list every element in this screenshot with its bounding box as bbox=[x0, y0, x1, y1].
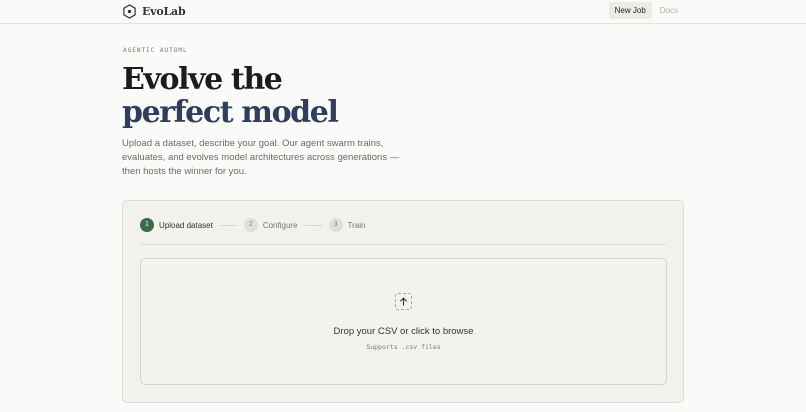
nav-links: New Job Docs bbox=[608, 2, 684, 19]
step-number: 2 bbox=[243, 218, 258, 232]
hero-eyebrow: AGENTIC AUTOML bbox=[123, 47, 188, 54]
upload-arrow-icon bbox=[395, 293, 412, 310]
brand[interactable]: EvoLab bbox=[122, 3, 186, 19]
brand-name: EvoLab bbox=[142, 4, 186, 18]
hero-title-line1: Evolve the bbox=[122, 62, 283, 97]
step-number: 1 bbox=[140, 218, 154, 232]
step-label: Configure bbox=[262, 220, 298, 230]
dropzone-subtitle: Supports .csv files bbox=[366, 343, 441, 351]
step-label: Upload dataset bbox=[159, 220, 213, 230]
hexagon-logo-icon bbox=[123, 3, 136, 19]
csv-dropzone[interactable]: Drop your CSV or click to browse Support… bbox=[140, 258, 667, 385]
dropzone-title: Drop your CSV or click to browse bbox=[333, 326, 474, 337]
card-divider bbox=[140, 244, 666, 245]
hero-subtitle: Upload a dataset, describe your goal. Ou… bbox=[122, 138, 400, 177]
stepper: 1 Upload dataset 2 Configure 3 Train bbox=[140, 218, 365, 232]
step-number: 3 bbox=[328, 218, 343, 232]
hero-title: Evolve the perfect model bbox=[122, 62, 339, 130]
step-connector bbox=[304, 224, 322, 226]
nav-docs[interactable]: Docs bbox=[654, 2, 684, 19]
top-navbar: EvoLab New Job Docs bbox=[0, 0, 806, 24]
step-label: Train bbox=[347, 220, 366, 230]
step-connector bbox=[219, 224, 237, 226]
step-upload-dataset[interactable]: 1 Upload dataset bbox=[140, 218, 213, 232]
upload-card: 1 Upload dataset 2 Configure 3 Train Dro… bbox=[122, 200, 684, 403]
step-train[interactable]: 3 Train bbox=[328, 218, 366, 232]
step-configure[interactable]: 2 Configure bbox=[243, 218, 298, 232]
nav-new-job[interactable]: New Job bbox=[608, 2, 652, 19]
hero-title-line2: perfect model bbox=[122, 95, 339, 130]
